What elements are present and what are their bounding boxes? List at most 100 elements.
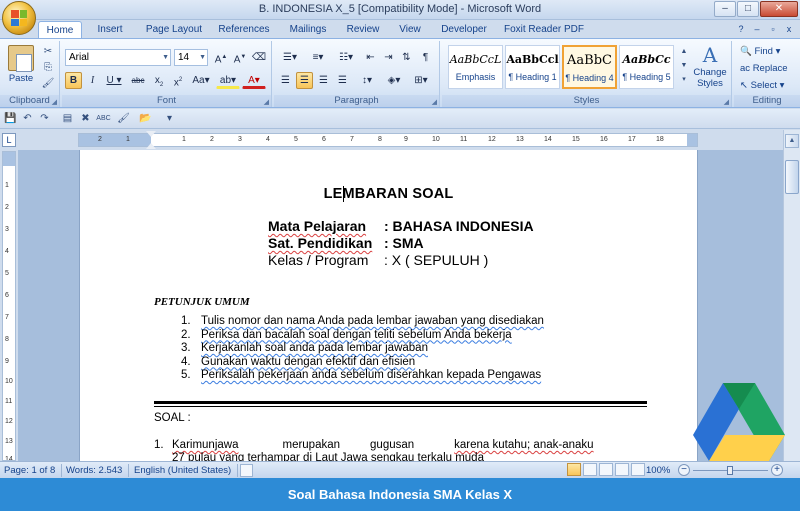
tab-view[interactable]: View [388, 21, 432, 39]
customize-qat-icon[interactable]: ▾ [162, 112, 177, 126]
full-screen-reading-icon[interactable] [583, 463, 597, 476]
shrink-font-button[interactable]: A▼ [231, 49, 249, 66]
clipboard-launcher-icon[interactable]: ◢ [52, 98, 57, 106]
zoom-slider-thumb[interactable] [727, 466, 733, 475]
line-spacing-button[interactable]: ↕▾ [355, 72, 379, 89]
font-size-select[interactable]: 14 ▼ [174, 49, 208, 66]
ruler-tick-label: 6 [322, 136, 326, 143]
style-sample: AaBbC [567, 53, 612, 68]
open-icon[interactable]: 📂 [138, 112, 153, 126]
numbering-button[interactable]: ≡▾ [305, 49, 331, 66]
print-layout-icon[interactable] [567, 463, 581, 476]
tab-home[interactable]: Home [38, 21, 82, 39]
strikethrough-button[interactable]: abc [128, 72, 148, 89]
change-case-button[interactable]: Aa▾ [189, 72, 213, 89]
font-color-button[interactable]: A▾ [242, 72, 266, 89]
font-launcher-icon[interactable]: ◢ [264, 98, 269, 106]
page-count[interactable]: Page: 1 of 8 [4, 464, 63, 477]
cut-icon[interactable]: ✂ [40, 45, 56, 59]
tab-foxit-reader-pdf[interactable]: Foxit Reader PDF [496, 21, 592, 39]
draft-icon[interactable] [631, 463, 645, 476]
info-row-level: Sat. Pendidikan: SMA [268, 235, 424, 251]
doc-close-icon[interactable]: x [782, 22, 796, 36]
style-heading-5[interactable]: AaBbCc ¶ Heading 5 [619, 45, 674, 89]
replace-button[interactable]: ac Replace [740, 61, 788, 77]
underline-button[interactable]: U ▾ [103, 72, 125, 89]
outline-icon[interactable] [615, 463, 629, 476]
vertical-scrollbar[interactable]: ▲ [783, 130, 800, 461]
print-preview-icon[interactable]: ▤ [60, 112, 75, 126]
language-status[interactable]: English (United States) [134, 464, 239, 477]
help-icon[interactable]: ? [734, 22, 748, 36]
change-styles-button[interactable]: A Change Styles [690, 43, 730, 89]
shading-button[interactable]: ◈▾ [382, 72, 406, 89]
bullets-button[interactable]: ☰▾ [277, 49, 303, 66]
sort-button[interactable]: ⇅ [398, 49, 415, 66]
subscript-button[interactable]: x2 [150, 72, 168, 89]
close-doc-icon[interactable]: ✖ [78, 112, 93, 126]
zoom-in-icon[interactable]: + [771, 464, 783, 476]
paste-button[interactable]: Paste [4, 45, 38, 84]
ribbon-tabs: Home Insert Page Layout References Maili… [38, 21, 592, 39]
save-icon[interactable]: 💾 [3, 112, 18, 126]
spelling-icon[interactable]: ABC [96, 112, 111, 126]
find-button[interactable]: 🔍 Find ▾ [740, 44, 780, 60]
multilevel-list-button[interactable]: ☷▾ [333, 49, 359, 66]
copy-icon[interactable]: ⎘ [40, 61, 56, 75]
maximize-button[interactable]: □ [737, 1, 759, 17]
style-heading-4[interactable]: AaBbC ¶ Heading 4 [562, 45, 617, 89]
zoom-level[interactable]: 100% [646, 464, 670, 477]
align-left-button[interactable]: ☰ [277, 72, 294, 89]
superscript-button[interactable]: x2 [169, 72, 187, 89]
paragraph-launcher-icon[interactable]: ◢ [432, 98, 437, 106]
macro-record-icon[interactable] [240, 464, 253, 477]
ruler-tick-label: 14 [544, 136, 552, 143]
close-button[interactable]: ✕ [760, 1, 798, 17]
style-heading-1[interactable]: AaBbCcl ¶ Heading 1 [505, 45, 560, 89]
styles-launcher-icon[interactable]: ◢ [724, 98, 729, 106]
font-family-select[interactable]: Arial ▼ [65, 49, 171, 66]
italic-button[interactable]: I [84, 72, 101, 89]
align-right-button[interactable]: ☰ [315, 72, 332, 89]
indent-marker[interactable] [146, 131, 156, 149]
tab-page-layout[interactable]: Page Layout [138, 21, 210, 39]
decrease-indent-button[interactable]: ⇤ [362, 49, 379, 66]
align-center-button[interactable]: ☰ [296, 72, 313, 89]
tab-mailings[interactable]: Mailings [278, 21, 338, 39]
bold-button[interactable]: B [65, 72, 82, 89]
select-button[interactable]: ↖ Select ▾ [740, 78, 784, 94]
scroll-thumb[interactable] [785, 160, 799, 194]
clear-formatting-button[interactable]: ⌫ [250, 49, 268, 66]
style-emphasis[interactable]: AaBbCcL Emphasis [448, 45, 503, 89]
horizontal-ruler[interactable]: 2 1 1 2 3 4 5 6 7 8 9 10 11 12 13 14 15 … [78, 133, 698, 147]
document-page[interactable]: LEMBARAN SOAL Mata Pelajaran: BAHASA IND… [79, 150, 698, 461]
borders-button[interactable]: ⊞▾ [409, 72, 433, 89]
format-painter-icon[interactable]: 🖌 [40, 77, 56, 91]
office-button[interactable] [2, 1, 36, 35]
word-count[interactable]: Words: 2.543 [66, 464, 130, 477]
highlight-button[interactable]: ab▾ [216, 72, 240, 89]
undo-icon[interactable]: ↶ [20, 112, 35, 126]
format-painter-qat-icon[interactable]: 🖌 [116, 112, 131, 126]
show-formatting-button[interactable]: ¶ [417, 49, 434, 66]
minimize-button[interactable]: – [714, 1, 736, 17]
scroll-up-icon[interactable]: ▲ [785, 134, 799, 148]
font-group: Arial ▼ 14 ▼ A▲ A▼ ⌫ B I U ▾ abc x2 x2 A… [62, 41, 272, 107]
vertical-ruler[interactable]: 1 2 3 4 5 6 7 8 9 10 11 12 13 14 [2, 151, 16, 461]
doc-restore-icon[interactable]: ▫ [766, 22, 780, 36]
tab-references[interactable]: References [210, 21, 278, 39]
change-styles-icon: A [702, 43, 718, 67]
justify-button[interactable]: ☰ [334, 72, 351, 89]
web-layout-icon[interactable] [599, 463, 613, 476]
tab-review[interactable]: Review [338, 21, 388, 39]
tab-selector-icon[interactable]: L [2, 133, 16, 147]
tab-developer[interactable]: Developer [432, 21, 496, 39]
doc-minimize-icon[interactable]: – [750, 22, 764, 36]
ruler-tick-label: 12 [5, 418, 13, 425]
tab-insert[interactable]: Insert [82, 21, 138, 39]
replace-icon: ac [740, 63, 753, 74]
redo-icon[interactable]: ↷ [37, 112, 52, 126]
grow-font-button[interactable]: A▲ [212, 49, 230, 66]
zoom-out-icon[interactable]: − [678, 464, 690, 476]
increase-indent-button[interactable]: ⇥ [380, 49, 397, 66]
